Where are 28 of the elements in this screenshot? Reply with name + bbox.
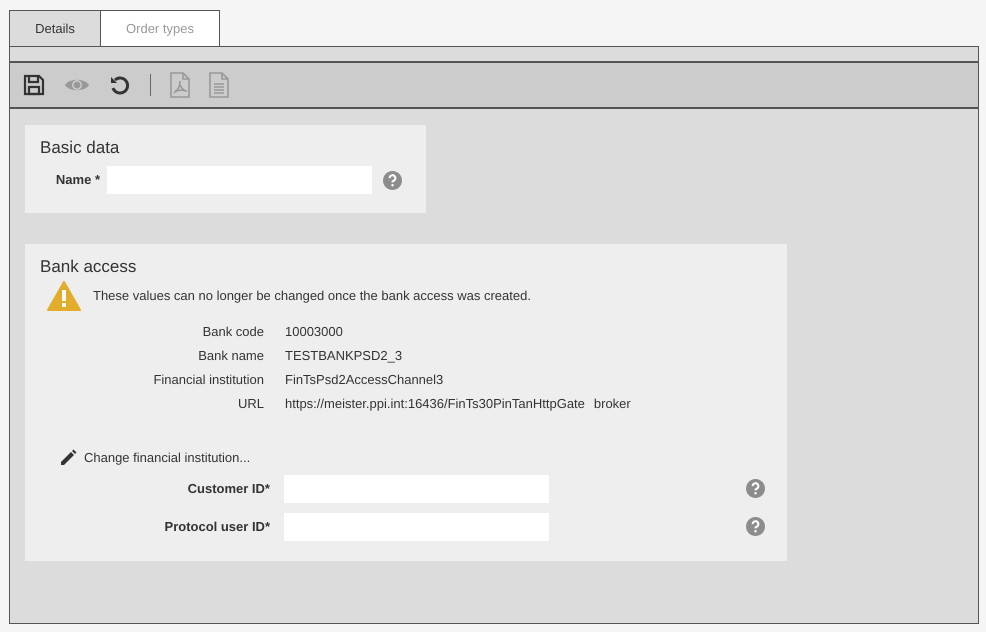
detail-label: Bank code	[202, 323, 264, 341]
save-button[interactable]	[23, 74, 45, 96]
detail-value: https://meister.ppi.int:16436/FinTs30PinTanHttpGate	[285, 395, 585, 413]
warning-text: These values can no longer be changed once the bank access was created.	[93, 287, 531, 306]
detail-label: Bank name	[197, 347, 264, 365]
undo-icon	[109, 74, 131, 96]
field-label: Customer ID*	[186, 480, 270, 498]
pdf-icon	[170, 72, 190, 98]
help-icon[interactable]	[746, 479, 765, 498]
section-title: Bank access	[40, 257, 138, 277]
help-icon[interactable]	[383, 170, 402, 190]
help-icon[interactable]	[746, 517, 765, 536]
detail-label: URL	[236, 395, 264, 413]
warning-icon	[47, 281, 81, 311]
section-title: Basic data	[40, 138, 120, 158]
detail-label: Financial institution	[152, 371, 264, 389]
tab[interactable]: Details	[9, 10, 101, 46]
detail-value: 10003000	[285, 323, 343, 341]
change-link[interactable]: Change financial institution...	[84, 448, 250, 468]
detail-value: FinTsPsd2AccessChannel3	[285, 371, 444, 389]
field-label: Name *	[54, 171, 101, 190]
document-icon	[209, 72, 229, 98]
pencil-icon	[59, 448, 77, 467]
detail-value: broker	[594, 395, 631, 413]
detail-value: TESTBANKPSD2_3	[285, 347, 402, 365]
save-icon	[23, 74, 45, 96]
field-label: Protocol user ID*	[164, 518, 270, 536]
undo-button[interactable]	[109, 74, 131, 96]
